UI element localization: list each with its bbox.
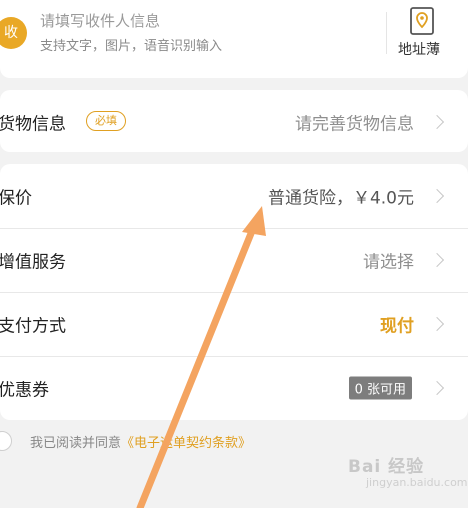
annotation-arrow	[136, 206, 266, 508]
